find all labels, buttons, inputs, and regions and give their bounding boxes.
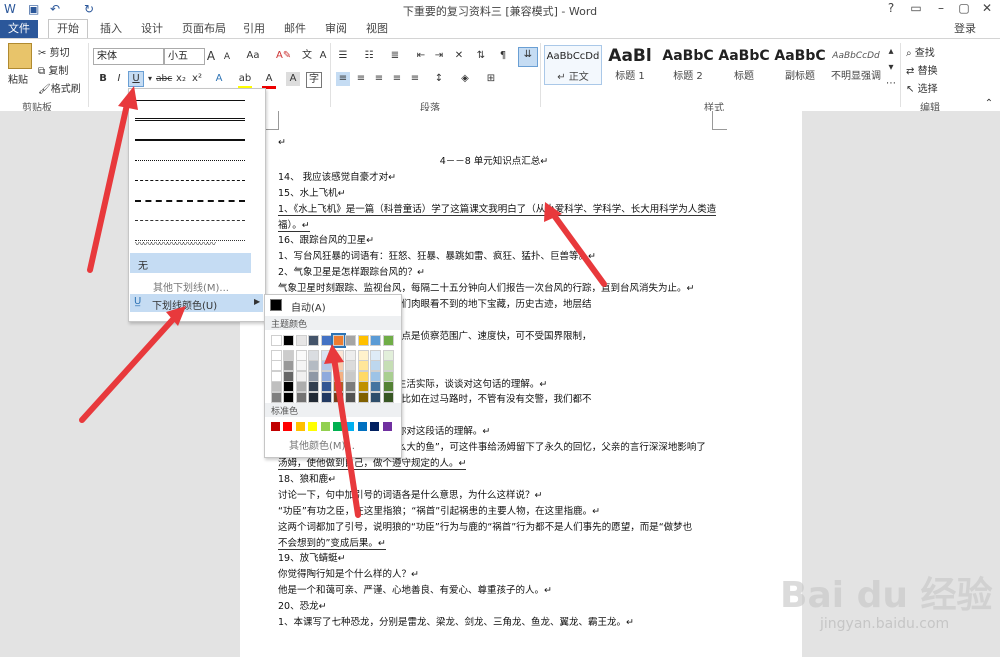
arrow-to-underline-button — [87, 97, 131, 273]
arrowhead-icon — [118, 86, 138, 110]
arrow-to-underlined-text — [550, 211, 607, 287]
arrow-to-underline-color — [79, 313, 179, 423]
annotation-arrows — [79, 86, 607, 518]
arrowhead-icon — [324, 344, 344, 364]
arrow-to-color-swatch — [331, 355, 361, 518]
